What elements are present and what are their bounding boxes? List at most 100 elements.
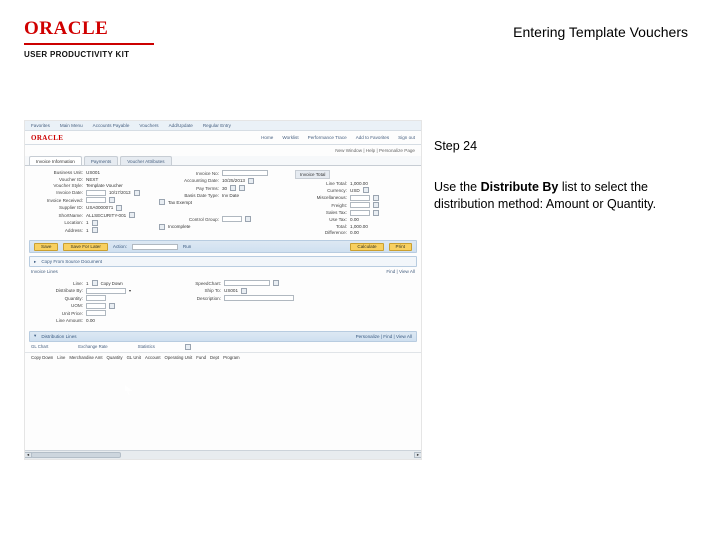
misc-field[interactable] [350,195,370,201]
app-screenshot: Favorites Main Menu Accounts Payable Vou… [24,120,422,460]
menu-item[interactable]: Add/Update [169,123,193,128]
menu-item[interactable]: Accounts Payable [93,123,130,128]
distribute-by-select[interactable] [86,288,126,294]
instruction-panel: Step 24 Use the Distribute By list to se… [434,138,688,213]
page-title: Entering Template Vouchers [513,24,688,40]
lookup-icon[interactable] [92,227,98,233]
val-linetotal: 1,000.00 [350,181,368,186]
menu-item[interactable]: Main Menu [60,123,83,128]
val-addr: 1 [86,228,89,233]
menu-item[interactable]: Regular Entry [203,123,231,128]
speedchart-field[interactable] [224,280,270,286]
expand-icon[interactable] [185,344,191,350]
val-payterms: 30 [222,186,227,191]
invoice-no-field[interactable] [222,170,268,176]
logo-rule [24,43,154,45]
control-group-field[interactable] [222,216,242,222]
lookup-icon[interactable] [230,185,236,191]
nav-worklist[interactable]: Worklist [282,135,298,140]
lookup-icon[interactable] [92,220,98,226]
lbl-diff: Difference: [295,230,347,235]
lbl-currency: Currency: [295,188,347,193]
checkbox-tax-exempt[interactable] [159,199,165,205]
cursor-icon [125,385,133,395]
checkbox-copy-down[interactable] [92,280,98,286]
quantity-field[interactable] [86,295,106,301]
description-field[interactable] [224,295,294,301]
val-vstyle: Template Voucher [86,183,123,188]
save-button[interactable]: Save [34,243,58,251]
detail-icon[interactable] [373,195,379,201]
copy-from-section[interactable]: ▸ Copy From Source Document [29,256,417,267]
calendar-icon[interactable] [248,178,254,184]
scroll-right-icon[interactable]: ▸ [414,452,422,458]
lbl-distby: Distribute By: [31,288,83,293]
calculate-button[interactable]: Calculate [350,243,383,251]
invoice-received-field[interactable] [86,197,106,203]
lookup-icon[interactable] [129,212,135,218]
col-glunit: GL Unit [127,355,141,360]
lbl-linetotal: Line Total: [295,181,347,186]
dist-tab-stat[interactable]: Statistics [138,344,155,350]
lbl-misc: Miscellaneous: [295,195,347,200]
menu-item[interactable]: Vouchers [139,123,158,128]
invoice-date-field[interactable] [86,190,106,196]
unit-price-field[interactable] [86,310,106,316]
val-line: 1 [86,281,89,286]
lbl-bu: Business Unit: [31,170,83,175]
lookup-icon[interactable] [241,288,247,294]
lookup-icon[interactable] [109,303,115,309]
page-tools[interactable]: New Window | Help | Personalize Page [25,145,421,156]
detail-icon[interactable] [239,185,245,191]
tab-voucher-attr[interactable]: Voucher Attributes [120,156,171,165]
lbl-basis: Basis Date Type: [159,193,219,198]
nav-home[interactable]: Home [261,135,273,140]
horizontal-scrollbar[interactable]: ◂ ▸ [25,450,421,459]
chevron-down-icon[interactable]: ▾ [129,288,131,293]
lbl-unitprice: Unit Price: [31,311,83,316]
detail-icon[interactable] [373,210,379,216]
print-button[interactable]: Print [389,243,412,251]
lookup-icon[interactable] [245,216,251,222]
lbl-invdate: Invoice Date: [31,190,83,195]
tab-invoice-info[interactable]: Invoice Information [29,156,82,165]
val-lineamt: 0.00 [86,318,95,323]
lbl-invrec: Invoice Received: [31,198,83,203]
form-section: Business Unit:US001 Voucher ID:NEXT Vouc… [25,166,421,237]
dist-tab-ex[interactable]: Exchange Rate [78,344,107,350]
uom-field[interactable] [86,303,106,309]
lbl-total: Total: [295,224,347,229]
copy-from-label: Copy From Source Document [41,259,102,264]
nav-signout[interactable]: Sign out [398,135,415,140]
dist-tab-gl[interactable]: GL Chart [31,344,48,350]
scroll-thumb[interactable] [31,452,121,458]
detail-icon[interactable] [373,202,379,208]
lbl-salestax: Sales Tax: [295,210,347,215]
sales-tax-field[interactable] [350,210,370,216]
calendar-icon[interactable] [134,190,140,196]
find-view-link[interactable]: Find | View All [386,269,415,274]
menu-item[interactable]: Favorites [31,123,50,128]
nav-favorites[interactable]: Add to Favorites [356,135,389,140]
invoice-total-header: Invoice Total [295,170,330,179]
invoice-lines-form: Line:1Copy Down Distribute By:▾ Quantity… [25,276,421,325]
personalize-link[interactable]: Personalize | Find | View All [356,334,412,339]
lookup-icon[interactable] [116,205,122,211]
lbl-line: Line: [31,281,83,286]
save-for-later-button[interactable]: Save For Later [63,243,107,251]
invoice-lines-header: Invoice Lines [31,269,58,274]
val-invdate: 10/17/2013 [109,190,131,195]
nav-perf-trace[interactable]: Performance Trace [308,135,347,140]
lookup-icon[interactable] [363,187,369,193]
lbl-incomplete: Incomplete [168,224,190,229]
freight-field[interactable] [350,202,370,208]
action-select[interactable] [132,244,178,250]
checkbox-incomplete[interactable] [159,224,165,230]
run-link[interactable]: Run [183,244,191,249]
dist-tabs: GL Chart Exchange Rate Statistics [25,342,421,352]
tab-payments[interactable]: Payments [84,156,118,165]
lookup-icon[interactable] [273,280,279,286]
calendar-icon[interactable] [109,197,115,203]
lbl-shipto: Ship To: [169,288,221,293]
lbl-acctdate: Accounting Date: [159,178,219,183]
